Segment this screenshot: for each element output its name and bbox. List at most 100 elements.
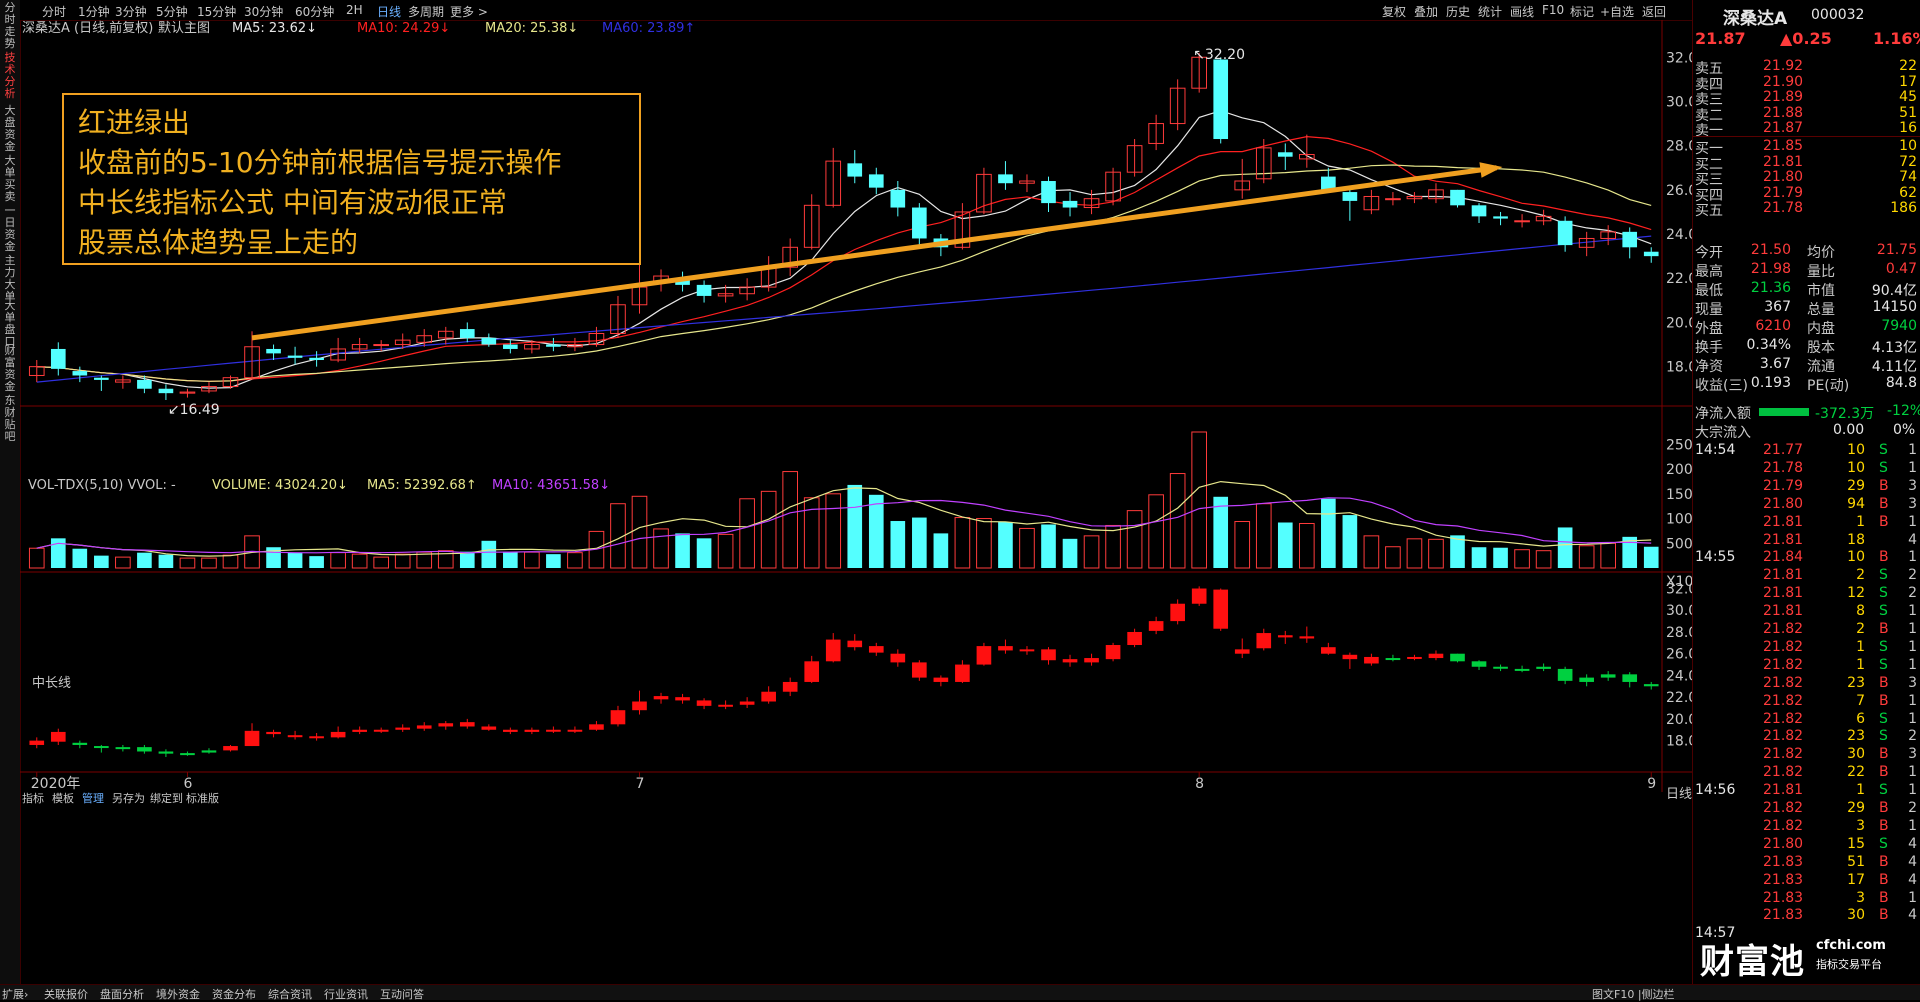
status-tab-3[interactable]: 盘面分析 — [100, 986, 144, 1002]
netflow-pct: -12% — [1887, 403, 1920, 419]
left-tab-8[interactable]: 财富资金 — [2, 345, 18, 393]
status-tab-1[interactable]: 扩展› — [2, 986, 28, 1002]
left-tab-9[interactable]: 东财贴吧 — [2, 395, 18, 443]
period-tab-3[interactable]: 3分钟 — [115, 3, 147, 20]
volume-bar — [631, 495, 648, 569]
tick-price: 21.83 — [1763, 871, 1804, 888]
status-tab-2[interactable]: 关联报价 — [44, 986, 88, 1002]
toolbar-button-8[interactable]: +自选 — [1600, 3, 1634, 20]
left-tab-1[interactable]: 分时走势 — [2, 2, 18, 50]
left-tab-6[interactable]: 主力大单 — [2, 255, 18, 303]
volume-bar — [954, 517, 971, 569]
period-tab-6[interactable]: 30分钟 — [244, 3, 283, 20]
tick-side: B — [1879, 853, 1889, 870]
status-tab-4[interactable]: 境外资金 — [156, 986, 200, 1002]
tick-side: S — [1879, 710, 1888, 727]
toolbar-button-4[interactable]: 统计 — [1478, 3, 1502, 20]
tick-volume: 15 — [1847, 835, 1865, 852]
tick-count: 1 — [1908, 638, 1917, 655]
candle-body — [696, 284, 712, 296]
toolbar-button-3[interactable]: 历史 — [1446, 3, 1470, 20]
period-tab-4[interactable]: 5分钟 — [156, 3, 188, 20]
candle-body — [137, 379, 152, 389]
tick-count: 1 — [1908, 692, 1917, 709]
bid-price: 21.80 — [1763, 169, 1804, 185]
status-tab-6[interactable]: 综合资讯 — [268, 986, 312, 1002]
indicator-bar — [1514, 668, 1530, 671]
stat-value: 4.13亿 — [1871, 340, 1917, 356]
period-tab-5[interactable]: 15分钟 — [197, 3, 236, 20]
left-tab-4[interactable]: 大单买卖 — [2, 155, 18, 203]
volume-bar — [1493, 547, 1508, 568]
tick-side: B — [1879, 674, 1889, 691]
period-tab-10[interactable]: 多周期 — [408, 3, 444, 20]
volume-tick-label: 5000 — [1666, 536, 1692, 552]
candle-body — [998, 174, 1013, 184]
legend-vol-ma10: MA10: 43651.58↓ — [492, 478, 610, 493]
tick-volume: 1 — [1856, 782, 1865, 799]
left-tab-7[interactable]: 大单盘口 — [2, 300, 18, 348]
toolbar-button-6[interactable]: F10 — [1542, 3, 1564, 17]
toolbar-button-9[interactable]: 返回 — [1642, 3, 1666, 20]
status-tab-5[interactable]: 资金分布 — [212, 986, 256, 1002]
period-tab-7[interactable]: 60分钟 — [295, 3, 334, 20]
tick-count: 1 — [1908, 710, 1917, 727]
volume-bar — [890, 521, 906, 568]
stock-name: 深桑达A — [1723, 9, 1788, 29]
period-tab-8[interactable]: 2H — [346, 3, 363, 17]
toolbar-button-2[interactable]: 叠加 — [1414, 3, 1438, 20]
toolbar-button-5[interactable]: 画线 — [1510, 3, 1534, 20]
tick-side: S — [1879, 656, 1888, 673]
volume-bar — [394, 553, 411, 569]
toolbar-button-7[interactable]: 标记 — [1570, 3, 1594, 20]
tick-volume: 30 — [1847, 746, 1865, 763]
candle-body — [287, 355, 303, 358]
indicator-bar — [653, 696, 669, 700]
indicator-bar — [1234, 649, 1250, 654]
tick-count: 4 — [1908, 871, 1917, 888]
legend-ma10: MA10: 24.29↓ — [357, 21, 450, 36]
period-tab-2[interactable]: 1分钟 — [78, 3, 110, 20]
tick-price: 21.81 — [1763, 513, 1804, 530]
indicator-bar — [1105, 645, 1121, 660]
left-tab-3[interactable]: 大盘资金 — [2, 105, 18, 153]
volume-tick-label: 25000 — [1666, 437, 1692, 453]
candle-body — [1277, 152, 1293, 157]
period-tab-1[interactable]: 分时 — [42, 3, 66, 20]
indicator-bar — [955, 664, 970, 682]
tick-count: 2 — [1908, 567, 1917, 584]
tick-volume: 30 — [1847, 907, 1865, 924]
stat-label: PE(动) — [1807, 378, 1850, 394]
tick-price: 21.82 — [1763, 764, 1804, 781]
status-tab-7[interactable]: 行业资讯 — [324, 986, 368, 1002]
indicator-bar — [1364, 656, 1379, 664]
annotation-line-2: 收盘前的5-10分钟前根据信号提示操作 — [78, 146, 562, 179]
period-tab-11[interactable]: 更多 > — [450, 3, 488, 20]
tick-count: 4 — [1908, 853, 1917, 870]
sidebar-toggle[interactable]: 图文F10 |侧边栏 — [1592, 986, 1675, 1002]
left-tab-5[interactable]: 一日资金 — [2, 205, 18, 253]
tick-list[interactable]: 14:54 21.77 10 S 1 21.78 10 S 1 21.79 29 B 3 21.80 94 B… — [1693, 442, 1920, 942]
price-tick-label: 22.00 — [1666, 271, 1692, 287]
tick-count: 1 — [1908, 817, 1917, 834]
period-tab-9[interactable]: 日线 — [377, 3, 401, 20]
volume-bar — [1126, 510, 1143, 569]
toolbar-button-1[interactable]: 复权 — [1382, 3, 1406, 20]
tick-volume: 10 — [1847, 442, 1865, 458]
tick-volume: 7 — [1856, 692, 1865, 709]
tick-volume: 18 — [1847, 531, 1865, 548]
candle-body — [1493, 216, 1508, 219]
volume-bar — [675, 533, 690, 568]
tick-price: 21.82 — [1763, 746, 1804, 763]
indicator-bar — [29, 740, 45, 745]
status-tab-8[interactable]: 互动问答 — [380, 986, 424, 1002]
left-tab-2[interactable]: 技术分析 — [2, 52, 18, 100]
volume-bar — [1298, 522, 1315, 569]
stat-label: 今开 — [1695, 245, 1723, 261]
tick-side: S — [1879, 585, 1888, 602]
candle-body — [1450, 189, 1465, 206]
volume-bar — [94, 555, 109, 568]
indicator-bar — [1256, 633, 1272, 649]
indicator-bar — [1191, 588, 1207, 604]
tick-count: 1 — [1908, 764, 1917, 781]
